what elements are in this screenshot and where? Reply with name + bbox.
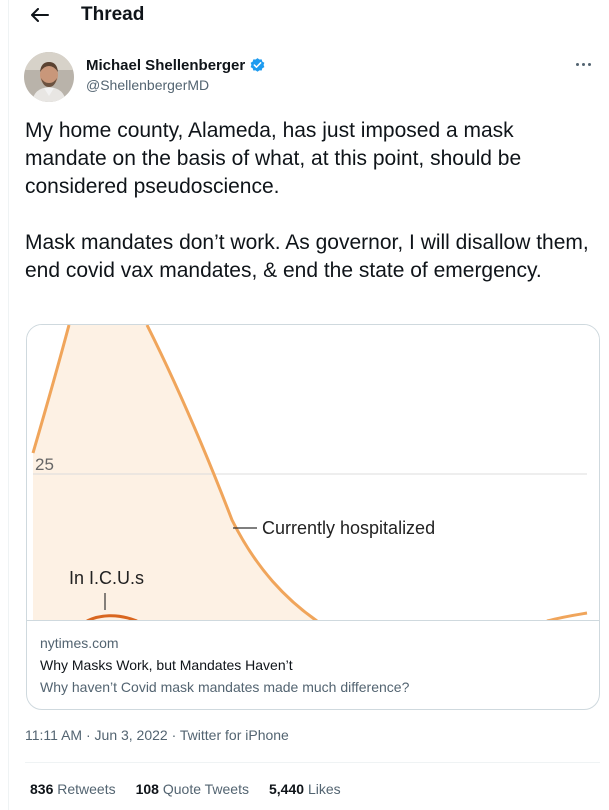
quote-tweets-count: 108: [135, 781, 159, 797]
card-meta: nytimes.com Why Masks Work, but Mandates…: [40, 634, 590, 696]
divider: [25, 762, 600, 763]
chart-tick-label: 25: [35, 455, 54, 474]
quote-tweets-label: Quote Tweets: [162, 781, 249, 797]
tweet-time[interactable]: 11:11 AM: [25, 727, 82, 743]
likes-label: Likes: [307, 781, 341, 797]
author-handle[interactable]: @ShellenbergerMD: [86, 77, 266, 93]
hospitalized-line-tail: [546, 611, 588, 620]
verified-badge-icon: [250, 58, 265, 72]
retweets-count: 836: [30, 781, 54, 797]
avatar[interactable]: [24, 52, 74, 102]
thread-column: Thread Michael Shellenberger @Shellenber…: [8, 0, 609, 810]
page-title: Thread: [81, 4, 145, 25]
thread-header: Thread: [9, 0, 609, 30]
card-description: Why haven’t Covid mask mandates made muc…: [40, 679, 410, 695]
link-card[interactable]: 25 Currently hospitalized In I.C.U.s nyt…: [26, 324, 600, 710]
tweet-stats: 836 Retweets 108 Quote Tweets 5,440 Like…: [30, 781, 341, 797]
tweet-date[interactable]: Jun 3, 2022: [95, 727, 168, 743]
more-options-button[interactable]: [572, 54, 594, 74]
retweets-label: Retweets: [57, 781, 116, 797]
retweets-stat[interactable]: 836 Retweets: [30, 781, 116, 797]
author-block: Michael Shellenberger @ShellenbergerMD: [86, 57, 266, 93]
card-domain: nytimes.com: [40, 635, 119, 651]
tweet-timestamp: 11:11 AM · Jun 3, 2022 · Twitter for iPh…: [25, 727, 289, 743]
card-title: Why Masks Work, but Mandates Haven’t: [40, 657, 293, 673]
more-dots-icon: [575, 62, 579, 66]
likes-count: 5,440: [269, 781, 305, 797]
back-button[interactable]: [27, 2, 53, 28]
icu-label: In I.C.U.s: [69, 568, 144, 588]
tweet-source[interactable]: Twitter for iPhone: [180, 727, 289, 743]
likes-stat[interactable]: 5,440 Likes: [269, 781, 341, 797]
quote-tweets-stat[interactable]: 108 Quote Tweets: [136, 781, 249, 797]
arrow-left-icon: [31, 8, 49, 22]
tweet-text: My home county, Alameda, has just impose…: [25, 119, 589, 282]
hospitalized-label: Currently hospitalized: [262, 518, 435, 538]
card-image: 25 Currently hospitalized In I.C.U.s: [27, 325, 599, 621]
author-name[interactable]: Michael Shellenberger: [86, 57, 245, 74]
